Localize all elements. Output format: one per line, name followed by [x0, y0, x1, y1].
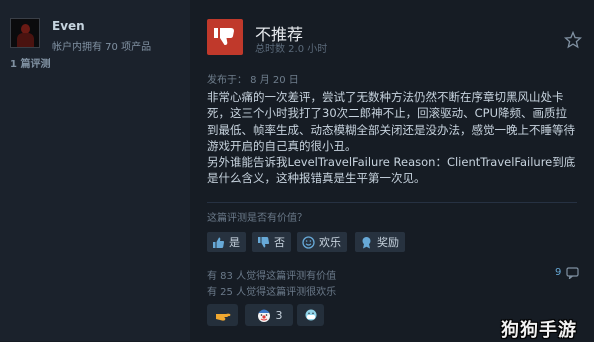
award-button[interactable]: 奖励 [355, 232, 405, 252]
vote-no-label: 否 [274, 236, 285, 249]
review-body: 非常心痛的一次差评，尝试了无数种方法仍然不断在序章切黑风山处卡死，这三个小时我打… [207, 89, 577, 187]
thumbs-down-icon [258, 236, 270, 247]
review-paragraph: 非常心痛的一次差评，尝试了无数种方法仍然不断在序章切黑风山处卡死，这三个小时我打… [207, 90, 575, 153]
reaction-clown-count: 3 [275, 308, 283, 322]
avatar[interactable] [10, 18, 40, 48]
award-icon [566, 267, 579, 279]
reaction-hand[interactable] [207, 304, 238, 326]
award-label: 奖励 [377, 236, 399, 249]
review-paragraph: 另外谁能告诉我LevelTravelFailure Reason：ClientT… [207, 155, 576, 186]
author-name[interactable]: Even [52, 19, 85, 33]
posted-date: 发布于： 8 月 20 日 [207, 75, 299, 86]
watermark: 狗狗手游 [501, 320, 577, 341]
clown-face-icon [257, 309, 270, 322]
review-count[interactable]: 1 篇评测 [10, 55, 50, 70]
funny-count: 有 25 人觉得这篇评测很欢乐 [207, 287, 337, 298]
vote-yes-label: 是 [229, 236, 240, 249]
reaction-clown[interactable]: 3 [245, 304, 293, 326]
helpful-question: 这篇评测是否有价值？ [207, 213, 307, 224]
reaction-mask[interactable] [297, 304, 324, 326]
vote-no-button[interactable]: 否 [252, 232, 291, 252]
thumbs-down-icon[interactable] [207, 19, 243, 55]
vote-funny-button[interactable]: 欢乐 [297, 232, 347, 252]
thumbs-up-icon [213, 237, 225, 248]
award-count: 9 [555, 267, 562, 278]
author-panel: Even 帐户内拥有 70 项产品 1 篇评测 [0, 0, 190, 341]
vote-yes-button[interactable]: 是 [207, 232, 246, 252]
smile-icon [302, 235, 315, 249]
products-owned[interactable]: 帐户内拥有 70 项产品 [52, 38, 151, 53]
divider [207, 202, 577, 203]
hand-pointing-icon [215, 313, 230, 321]
vote-funny-label: 欢乐 [319, 236, 341, 249]
star-icon[interactable] [564, 31, 582, 49]
face-mask-icon [305, 309, 316, 321]
playtime-hours: 总时数 2.0 小时 [255, 44, 328, 55]
helpful-count: 有 83 人觉得这篇评测有价值 [207, 271, 337, 282]
award-icon [362, 236, 371, 248]
